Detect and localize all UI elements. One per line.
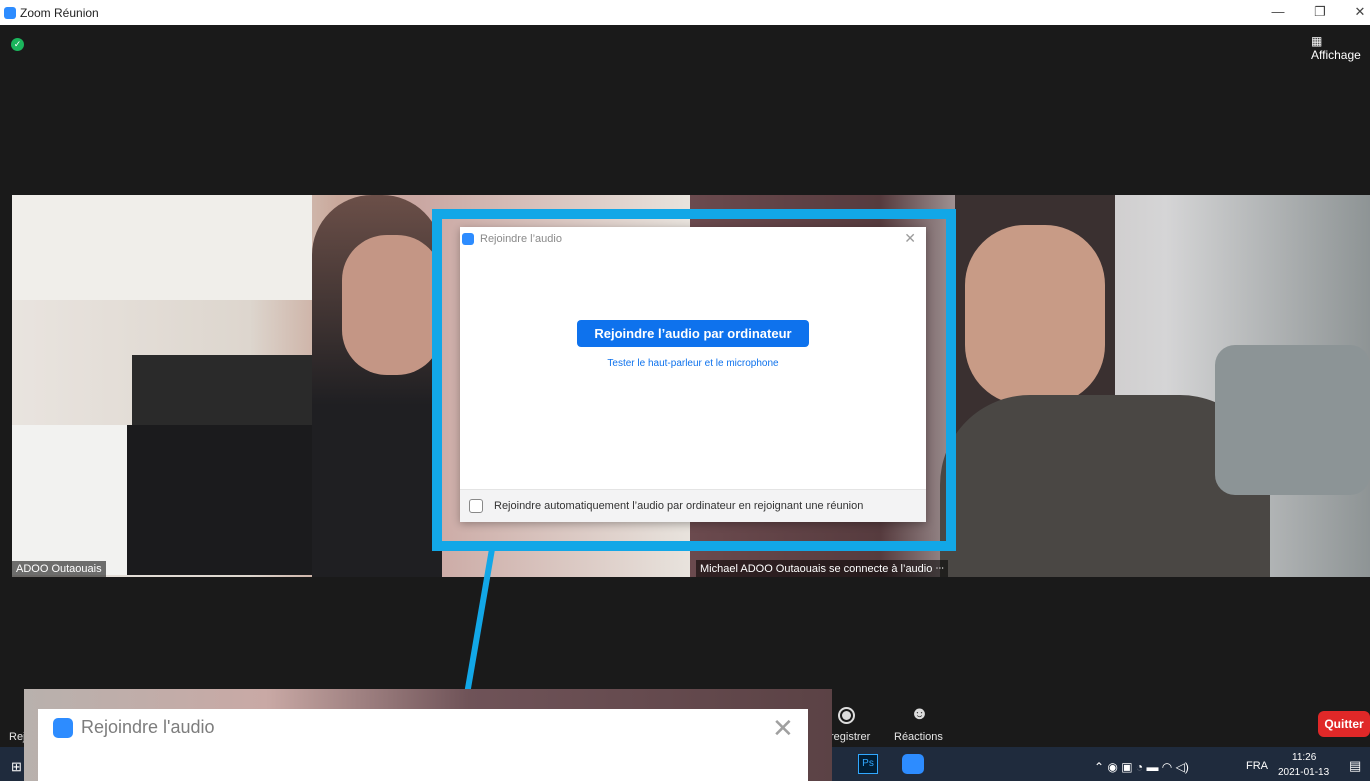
zoom-taskbar-icon[interactable]: [902, 754, 924, 774]
auto-join-checkbox[interactable]: [469, 499, 483, 513]
tray-icons[interactable]: ⌃ ◉ ▣ ◔ ▬ ◠ ◁): [1094, 760, 1189, 774]
view-button[interactable]: ▦ Affichage: [1311, 34, 1370, 62]
windows-start-icon[interactable]: ⊞: [11, 759, 22, 775]
join-audio-dialog: Rejoindre l’audio ✕ Rejoindre l’audio pa…: [460, 227, 926, 522]
join-computer-audio-button[interactable]: Rejoindre l’audio par ordinateur: [577, 320, 809, 347]
test-speaker-mic-link[interactable]: Tester le haut-parleur et le microphone: [460, 358, 926, 369]
participant-name-label: ADOO Outaouais: [12, 561, 106, 577]
language-indicator[interactable]: FRA: [1246, 760, 1268, 772]
view-button-label: Affichage: [1311, 48, 1361, 62]
clock-date[interactable]: 2021-01-13: [1278, 767, 1329, 778]
record-icon[interactable]: [838, 707, 855, 724]
dialog-footer: Rejoindre automatiquement l’audio par or…: [460, 489, 926, 522]
close-icon[interactable]: ✕: [772, 713, 794, 744]
record-label[interactable]: registrer: [830, 731, 870, 743]
quit-button[interactable]: Quitter: [1318, 711, 1370, 737]
zoom-dialog-icon: [53, 718, 73, 738]
security-shield-icon[interactable]: ✓: [11, 38, 24, 51]
auto-join-label[interactable]: Rejoindre automatiquement l’audio par or…: [494, 500, 863, 512]
window-title: Zoom Réunion: [20, 6, 99, 20]
zoomed-join-audio-dialog: Rejoindre l'audio ✕: [38, 709, 808, 781]
grid-icon: ▦: [1311, 34, 1323, 48]
participant-status-label: Michael ADOO Outaouais se connecte à l’a…: [696, 560, 948, 577]
zoom-dialog-icon: [462, 233, 474, 245]
reactions-label[interactable]: Réactions: [894, 731, 943, 743]
maximize-button[interactable]: ❐: [1310, 4, 1330, 20]
close-icon[interactable]: ✕: [904, 230, 916, 247]
notifications-icon[interactable]: ▤: [1349, 758, 1361, 774]
clock-time[interactable]: 11:26: [1292, 752, 1316, 763]
reactions-icon[interactable]: ☻: [910, 703, 929, 724]
zoom-app-icon: [4, 7, 16, 19]
window-title-bar: Zoom Réunion — ❐ ✕: [0, 0, 1370, 25]
minimize-button[interactable]: —: [1268, 4, 1288, 19]
photoshop-icon[interactable]: Ps: [858, 754, 878, 774]
dialog-title: Rejoindre l’audio: [480, 233, 562, 245]
close-window-button[interactable]: ✕: [1350, 4, 1370, 20]
zoomed-dialog-title: Rejoindre l'audio: [81, 717, 215, 737]
